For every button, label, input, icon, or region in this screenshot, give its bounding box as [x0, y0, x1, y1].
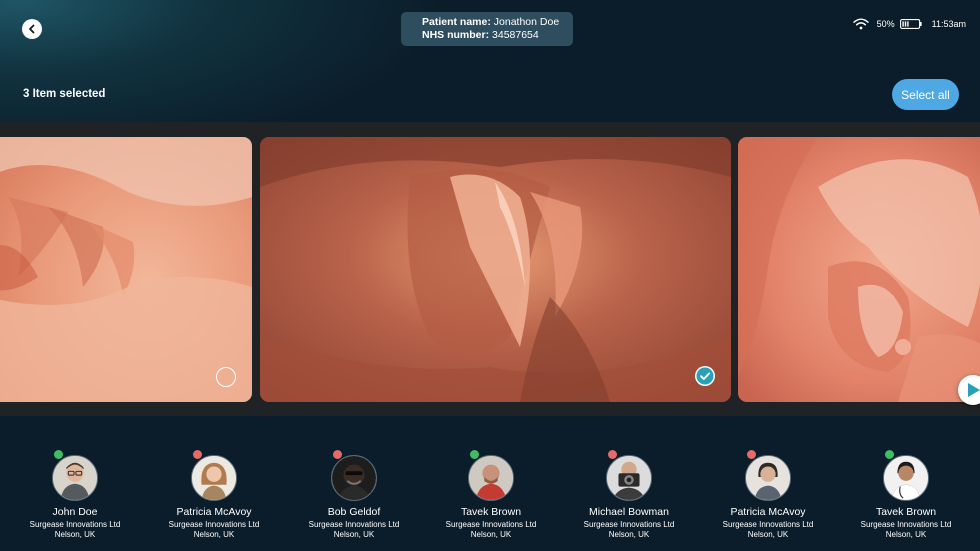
participant-card[interactable]: Patricia McAvoy Surgease Innovations Ltd… [708, 416, 828, 551]
avatar [606, 455, 652, 501]
battery-percent: 50% [876, 19, 895, 29]
image-gallery [0, 122, 980, 416]
gallery-image-right[interactable] [738, 137, 980, 402]
participant-name: Tavek Brown [875, 506, 937, 518]
selected-check[interactable] [695, 366, 715, 386]
participant-location: Nelson, UK [470, 530, 512, 539]
wifi-icon [852, 18, 869, 30]
participant-location: Nelson, UK [608, 530, 650, 539]
participant-org: Surgease Innovations Ltd [308, 520, 400, 529]
participant-name: Patricia McAvoy [730, 506, 806, 518]
participant-name: Bob Geldof [327, 506, 381, 518]
patient-name-row: Patient name: Jonathon Doe [422, 16, 573, 29]
participant-name: John Doe [52, 506, 98, 518]
participant-org: Surgease Innovations Ltd [722, 520, 814, 529]
avatar [883, 455, 929, 501]
endoscopy-image [260, 137, 731, 402]
participant-org: Surgease Innovations Ltd [29, 520, 121, 529]
participant-card[interactable]: Patricia McAvoy Surgease Innovations Ltd… [154, 416, 274, 551]
participant-location: Nelson, UK [333, 530, 375, 539]
participant-card[interactable]: Tavek Brown Surgease Innovations Ltd Nel… [431, 416, 551, 551]
participant-location: Nelson, UK [54, 530, 96, 539]
participant-location: Nelson, UK [747, 530, 789, 539]
participants-row: John Doe Surgease Innovations Ltd Nelson… [0, 416, 980, 551]
avatar [331, 455, 377, 501]
avatar [52, 455, 98, 501]
participant-org: Surgease Innovations Ltd [445, 520, 537, 529]
participant-name: Patricia McAvoy [176, 506, 252, 518]
gallery-image-center[interactable] [260, 137, 731, 402]
nhs-number-row: NHS number: 34587654 [422, 29, 573, 42]
avatar [745, 455, 791, 501]
battery-icon [899, 19, 922, 29]
clock-time: 11:53am [931, 19, 966, 29]
participant-location: Nelson, UK [885, 530, 927, 539]
nhs-number-label: NHS number: [422, 29, 490, 41]
endoscopy-image [738, 137, 980, 402]
nhs-number-value: 34587654 [492, 29, 539, 41]
avatar [191, 455, 237, 501]
participant-card[interactable]: Tavek Brown Surgease Innovations Ltd Nel… [846, 416, 966, 551]
select-all-button[interactable]: Select all [892, 79, 959, 110]
participant-location: Nelson, UK [193, 530, 235, 539]
chevron-left-icon [29, 24, 35, 34]
play-arrow-icon [968, 383, 980, 397]
selected-count-label: 3 Item selected [23, 88, 106, 100]
checkmark-icon [696, 367, 714, 385]
patient-name-label: Patient name: [422, 16, 491, 28]
participant-card[interactable]: Bob Geldof Surgease Innovations Ltd Nels… [294, 416, 414, 551]
top-bar: Patient name: Jonathon Doe NHS number: 3… [0, 0, 980, 122]
participant-org: Surgease Innovations Ltd [583, 520, 675, 529]
participant-org: Surgease Innovations Ltd [168, 520, 260, 529]
avatar [468, 455, 514, 501]
select-radio[interactable] [216, 367, 236, 387]
participant-name: Michael Bowman [589, 506, 669, 518]
participant-name: Tavek Brown [460, 506, 522, 518]
status-bar: 50% 11:53am [852, 15, 966, 33]
patient-name-value: Jonathon Doe [493, 16, 560, 28]
participant-card[interactable]: John Doe Surgease Innovations Ltd Nelson… [15, 416, 135, 551]
participant-card[interactable]: Michael Bowman Surgease Innovations Ltd … [569, 416, 689, 551]
patient-info-card: Patient name: Jonathon Doe NHS number: 3… [401, 12, 573, 46]
gallery-image-left[interactable] [0, 137, 252, 402]
back-button[interactable] [22, 19, 42, 39]
next-button[interactable] [958, 375, 980, 405]
participant-org: Surgease Innovations Ltd [860, 520, 952, 529]
endoscopy-image [0, 137, 252, 402]
